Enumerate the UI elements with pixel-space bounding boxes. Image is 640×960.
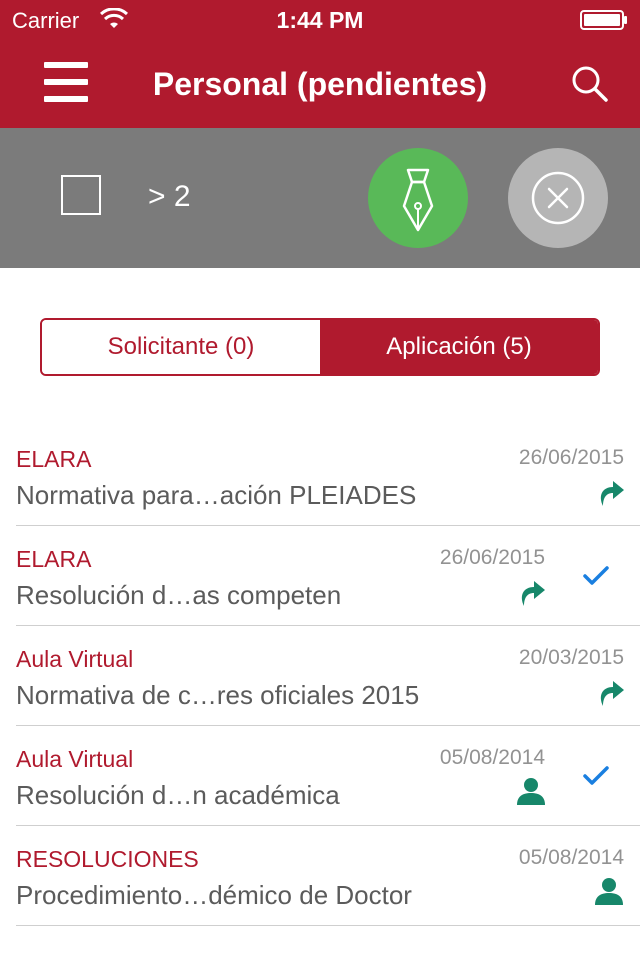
forward-arrow-icon [600,481,624,506]
battery-icon [580,10,627,30]
tab-aplicacion[interactable]: Aplicación (5) [320,320,598,374]
select-all-checkbox[interactable] [61,175,101,215]
item-subject: Resolución d…as competen [16,580,342,610]
item-subject: Normativa de c…res oficiales 2015 [16,680,420,710]
item-date: 05/08/2014 [518,846,624,869]
forward-arrow-icon [521,581,545,606]
status-time: 1:44 PM [276,7,364,33]
item-date: 20/03/2015 [518,646,624,669]
sign-button[interactable] [368,148,468,248]
app-name: Aula Virtual [16,646,134,672]
selection-action-bar: > 2 [0,128,640,268]
selection-count: > 2 [148,180,191,213]
search-icon[interactable] [570,64,610,104]
list-item[interactable]: Aula Virtual 20/03/2015 Normativa de c…r… [0,626,640,726]
filter-segmented-control: Solicitante (0) Aplicación (5) [40,318,600,376]
tab-solicitante[interactable]: Solicitante (0) [42,320,320,374]
item-subject: Normativa para…ación PLEIADES [16,480,417,510]
app-name: ELARA [16,546,92,572]
list-item[interactable]: Aula Virtual 05/08/2014 Resolución d…n a… [0,726,640,826]
close-circle-icon [531,171,585,225]
person-icon [517,778,545,805]
request-list: ELARA 26/06/2015 Normativa para…ación PL… [0,426,640,926]
status-bar: Carrier 1:44 PM [0,0,640,40]
app-name: ELARA [16,446,92,472]
list-item[interactable]: ELARA 26/06/2015 Normativa para…ación PL… [0,426,640,526]
forward-arrow-icon [600,681,624,706]
app-name: Aula Virtual [16,746,134,772]
app-name: RESOLUCIONES [16,846,199,872]
navigation-bar: Personal (pendientes) [0,40,640,128]
item-date: 26/06/2015 [439,546,545,569]
list-item[interactable]: RESOLUCIONES 05/08/2014 Procedimiento…dé… [0,826,640,926]
pen-nib-icon [402,168,434,232]
item-date: 05/08/2014 [439,746,545,769]
item-subject: Resolución d…n académica [16,780,340,810]
item-date: 26/06/2015 [518,446,624,469]
list-item[interactable]: ELARA 26/06/2015 Resolución d…as compete… [0,526,640,626]
person-icon [595,878,623,905]
page-title: Personal (pendientes) [152,66,488,102]
reject-button[interactable] [508,148,608,248]
check-icon [583,566,609,585]
item-subject: Procedimiento…démico de Doctor [16,880,412,910]
check-icon [583,766,609,785]
